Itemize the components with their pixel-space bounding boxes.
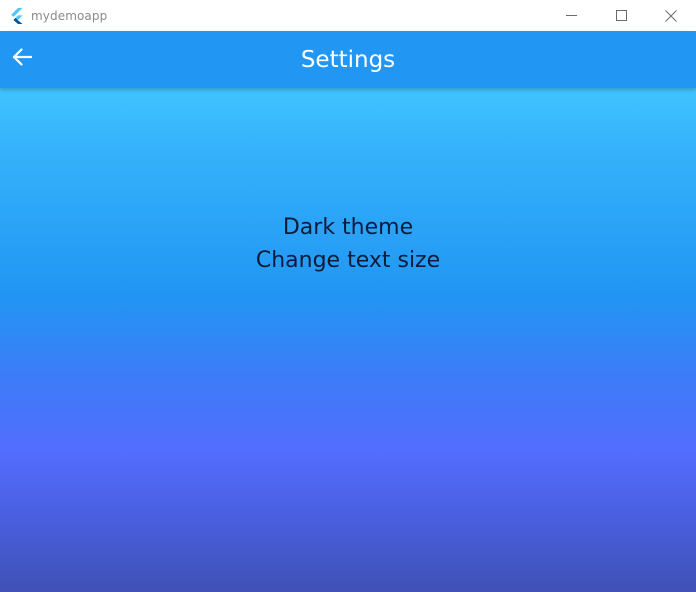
settings-body: Dark theme Change text size	[0, 88, 696, 592]
window-title: mydemoapp	[31, 8, 108, 23]
window-controls	[546, 0, 696, 31]
page-title: Settings	[300, 47, 396, 73]
app-bar: Settings	[0, 31, 696, 88]
menu-item-change-text-size[interactable]: Change text size	[0, 244, 696, 277]
maximize-icon	[615, 10, 627, 21]
close-icon	[665, 9, 677, 22]
menu-item-dark-theme[interactable]: Dark theme	[0, 211, 696, 244]
close-button[interactable]	[646, 0, 696, 31]
minimize-icon	[565, 10, 577, 21]
app-window: mydemoapp Settings Dark theme Change tex…	[0, 0, 696, 592]
window-titlebar: mydemoapp	[0, 0, 696, 31]
minimize-button[interactable]	[546, 0, 596, 31]
maximize-button[interactable]	[596, 0, 646, 31]
settings-menu: Dark theme Change text size	[0, 211, 696, 277]
flutter-logo-icon	[9, 7, 25, 24]
